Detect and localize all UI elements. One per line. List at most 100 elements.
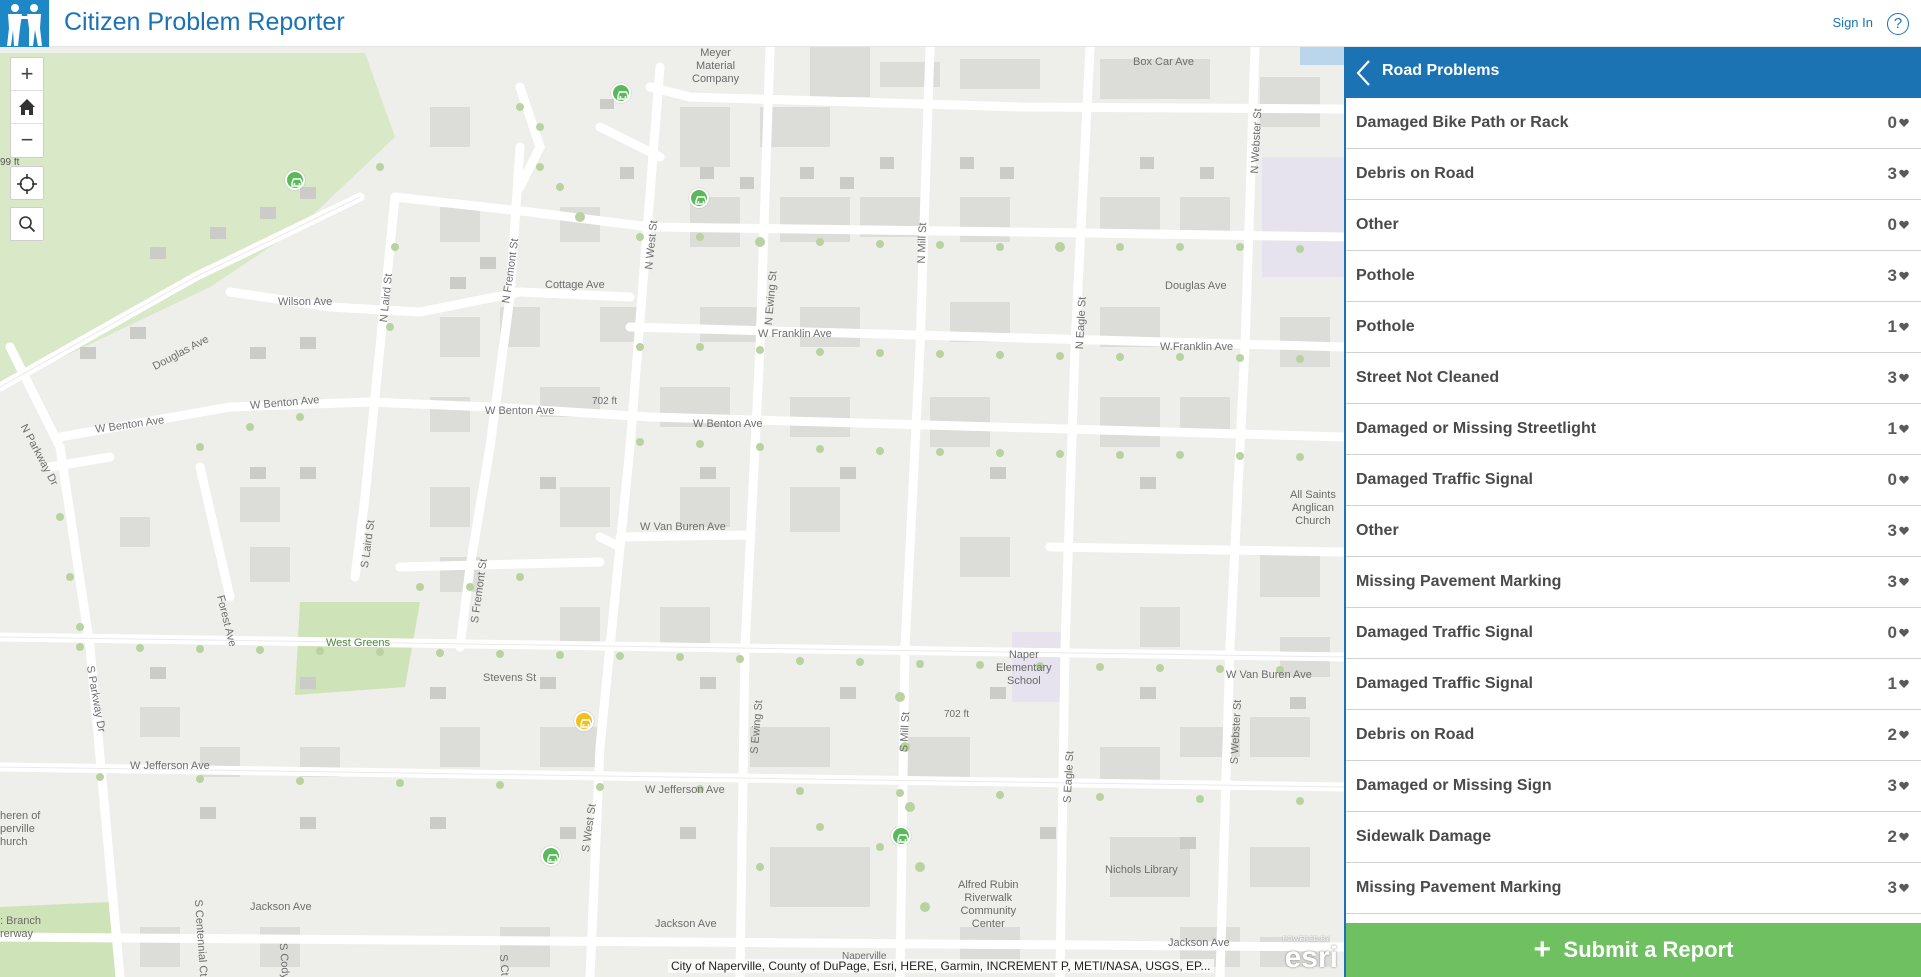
problem-list-item[interactable]: Damaged Traffic Signal 0: [1346, 608, 1921, 659]
problem-list-item[interactable]: Sidewalk Damage 2: [1346, 812, 1921, 863]
vote-count-value: 0: [1887, 113, 1897, 132]
street-label: S Ct: [496, 953, 511, 977]
heart-icon: [1899, 118, 1909, 127]
panel-header: Road Problems: [1346, 47, 1921, 98]
problem-list-item[interactable]: Pothole 3: [1346, 251, 1921, 302]
vote-count: 1: [1888, 317, 1909, 337]
heart-icon: [1899, 781, 1909, 790]
vote-count-value: 3: [1887, 878, 1897, 897]
heart-icon: [1899, 577, 1909, 586]
vote-count-value: 2: [1887, 725, 1897, 744]
problem-list-item[interactable]: Damaged Bike Path or Rack 0: [1346, 98, 1921, 149]
vote-count: 1: [1888, 419, 1909, 439]
elevation-label: 702 ft: [592, 396, 618, 407]
search-button[interactable]: [10, 207, 44, 241]
street-label: S Cody: [276, 942, 292, 977]
problem-label: Damaged Traffic Signal: [1356, 624, 1533, 641]
problem-label: Damaged Traffic Signal: [1356, 471, 1533, 488]
back-button[interactable]: [1354, 59, 1374, 87]
elevation-label: 702 ft: [944, 709, 970, 720]
sign-in-link[interactable]: Sign In: [1833, 15, 1873, 30]
place-label: heren of perville hurch: [0, 810, 41, 848]
app-header: Citizen Problem Reporter Sign In ?: [0, 0, 1921, 47]
problem-list-item[interactable]: Missing Pavement Marking 3: [1346, 557, 1921, 608]
zoom-out-button[interactable]: −: [11, 124, 43, 157]
street-label: Cottage Ave: [545, 279, 605, 291]
problem-list-item[interactable]: Other 3: [1346, 506, 1921, 557]
problem-list-item[interactable]: Other 0: [1346, 200, 1921, 251]
problem-list-item[interactable]: Damaged Traffic Signal 0: [1346, 455, 1921, 506]
report-marker[interactable]: [541, 846, 561, 866]
map-attribution: City of Naperville, County of DuPage, Es…: [668, 959, 1214, 973]
report-marker-selected[interactable]: [574, 711, 594, 731]
car-icon: [695, 196, 707, 205]
report-marker[interactable]: [891, 826, 911, 846]
street-label: Douglas Ave: [1165, 280, 1227, 292]
problem-list-item[interactable]: Debris on Road 3: [1346, 149, 1921, 200]
street-label: W Franklin Ave: [758, 328, 832, 340]
place-label: : Branch rerway: [0, 915, 41, 940]
submit-report-button[interactable]: + Submit a Report: [1346, 923, 1921, 977]
problem-label: Pothole: [1356, 267, 1415, 284]
report-marker[interactable]: [689, 188, 709, 208]
problem-label: Debris on Road: [1356, 165, 1475, 182]
heart-icon: [1899, 832, 1909, 841]
report-marker[interactable]: [285, 170, 305, 190]
place-label: Alfred Rubin Riverwalk Community Center: [958, 879, 1019, 930]
vote-count: 2: [1888, 827, 1909, 847]
street-label: Jackson Ave: [655, 918, 717, 930]
vote-count: 1: [1888, 674, 1909, 694]
place-label: Nichols Library: [1105, 864, 1178, 876]
problem-label: Other: [1356, 216, 1399, 233]
car-icon: [897, 834, 909, 843]
problem-list-item[interactable]: Damaged Traffic Signal 1: [1346, 659, 1921, 710]
vote-count-value: 0: [1887, 623, 1897, 642]
locate-button[interactable]: [10, 166, 44, 200]
map-view[interactable]: Douglas Ave Wilson Ave Cottage Ave W Fra…: [0, 47, 1344, 977]
problem-label: Other: [1356, 522, 1399, 539]
problem-list-item[interactable]: Debris on Road 2: [1346, 710, 1921, 761]
street-label: W Van Buren Ave: [640, 521, 726, 533]
problem-label: Damaged Traffic Signal: [1356, 675, 1533, 692]
heart-icon: [1899, 373, 1909, 382]
problem-list-item[interactable]: Damaged or Missing Streetlight 1: [1346, 404, 1921, 455]
report-marker[interactable]: [611, 83, 631, 103]
heart-icon: [1899, 679, 1909, 688]
home-button[interactable]: [11, 91, 43, 124]
street-label: S Mill St: [898, 711, 913, 753]
problem-label: Missing Pavement Marking: [1356, 573, 1562, 590]
street-label: Wilson Ave: [278, 296, 333, 308]
street-label: W Jefferson Ave: [645, 784, 725, 796]
place-label: Meyer Material Company: [692, 47, 740, 85]
problem-list-item[interactable]: Missing Pavement Marking 3: [1346, 863, 1921, 914]
question-circle-icon[interactable]: ?: [1887, 13, 1909, 35]
problem-label: Missing Pavement Marking: [1356, 879, 1562, 896]
plus-icon: +: [1533, 933, 1552, 966]
street-label: W Benton Ave: [485, 405, 555, 417]
vote-count: 0: [1888, 470, 1909, 490]
street-label: W.Franklin Ave: [1160, 341, 1234, 353]
zoom-in-button[interactable]: +: [11, 58, 43, 91]
vote-count: 0: [1888, 215, 1909, 235]
heart-icon: [1899, 271, 1909, 280]
problem-list-item[interactable]: Pothole 1: [1346, 302, 1921, 353]
problem-label: Damaged or Missing Streetlight: [1356, 420, 1597, 437]
vote-count-value: 0: [1887, 470, 1897, 489]
place-label: All Saints Anglican Church: [1290, 489, 1336, 527]
vote-count-value: 3: [1887, 368, 1897, 387]
street-label: W Jefferson Ave: [130, 760, 210, 772]
street-label: Box Car Ave: [1133, 56, 1194, 68]
heart-icon: [1899, 628, 1909, 637]
heart-icon: [1899, 322, 1909, 331]
esri-logo[interactable]: esri: [1285, 943, 1338, 973]
chevron-left-icon: [1356, 60, 1370, 86]
problem-list-item[interactable]: Street Not Cleaned 3: [1346, 353, 1921, 404]
app-logo: [0, 0, 49, 47]
car-icon: [547, 854, 559, 863]
two-people-icon: [7, 4, 42, 46]
problem-list-item[interactable]: Damaged or Missing Sign 3: [1346, 761, 1921, 812]
basemap: [0, 47, 1344, 977]
problem-label: Damaged Bike Path or Rack: [1356, 114, 1569, 131]
problem-label: Debris on Road: [1356, 726, 1475, 743]
vote-count-value: 2: [1887, 827, 1897, 846]
